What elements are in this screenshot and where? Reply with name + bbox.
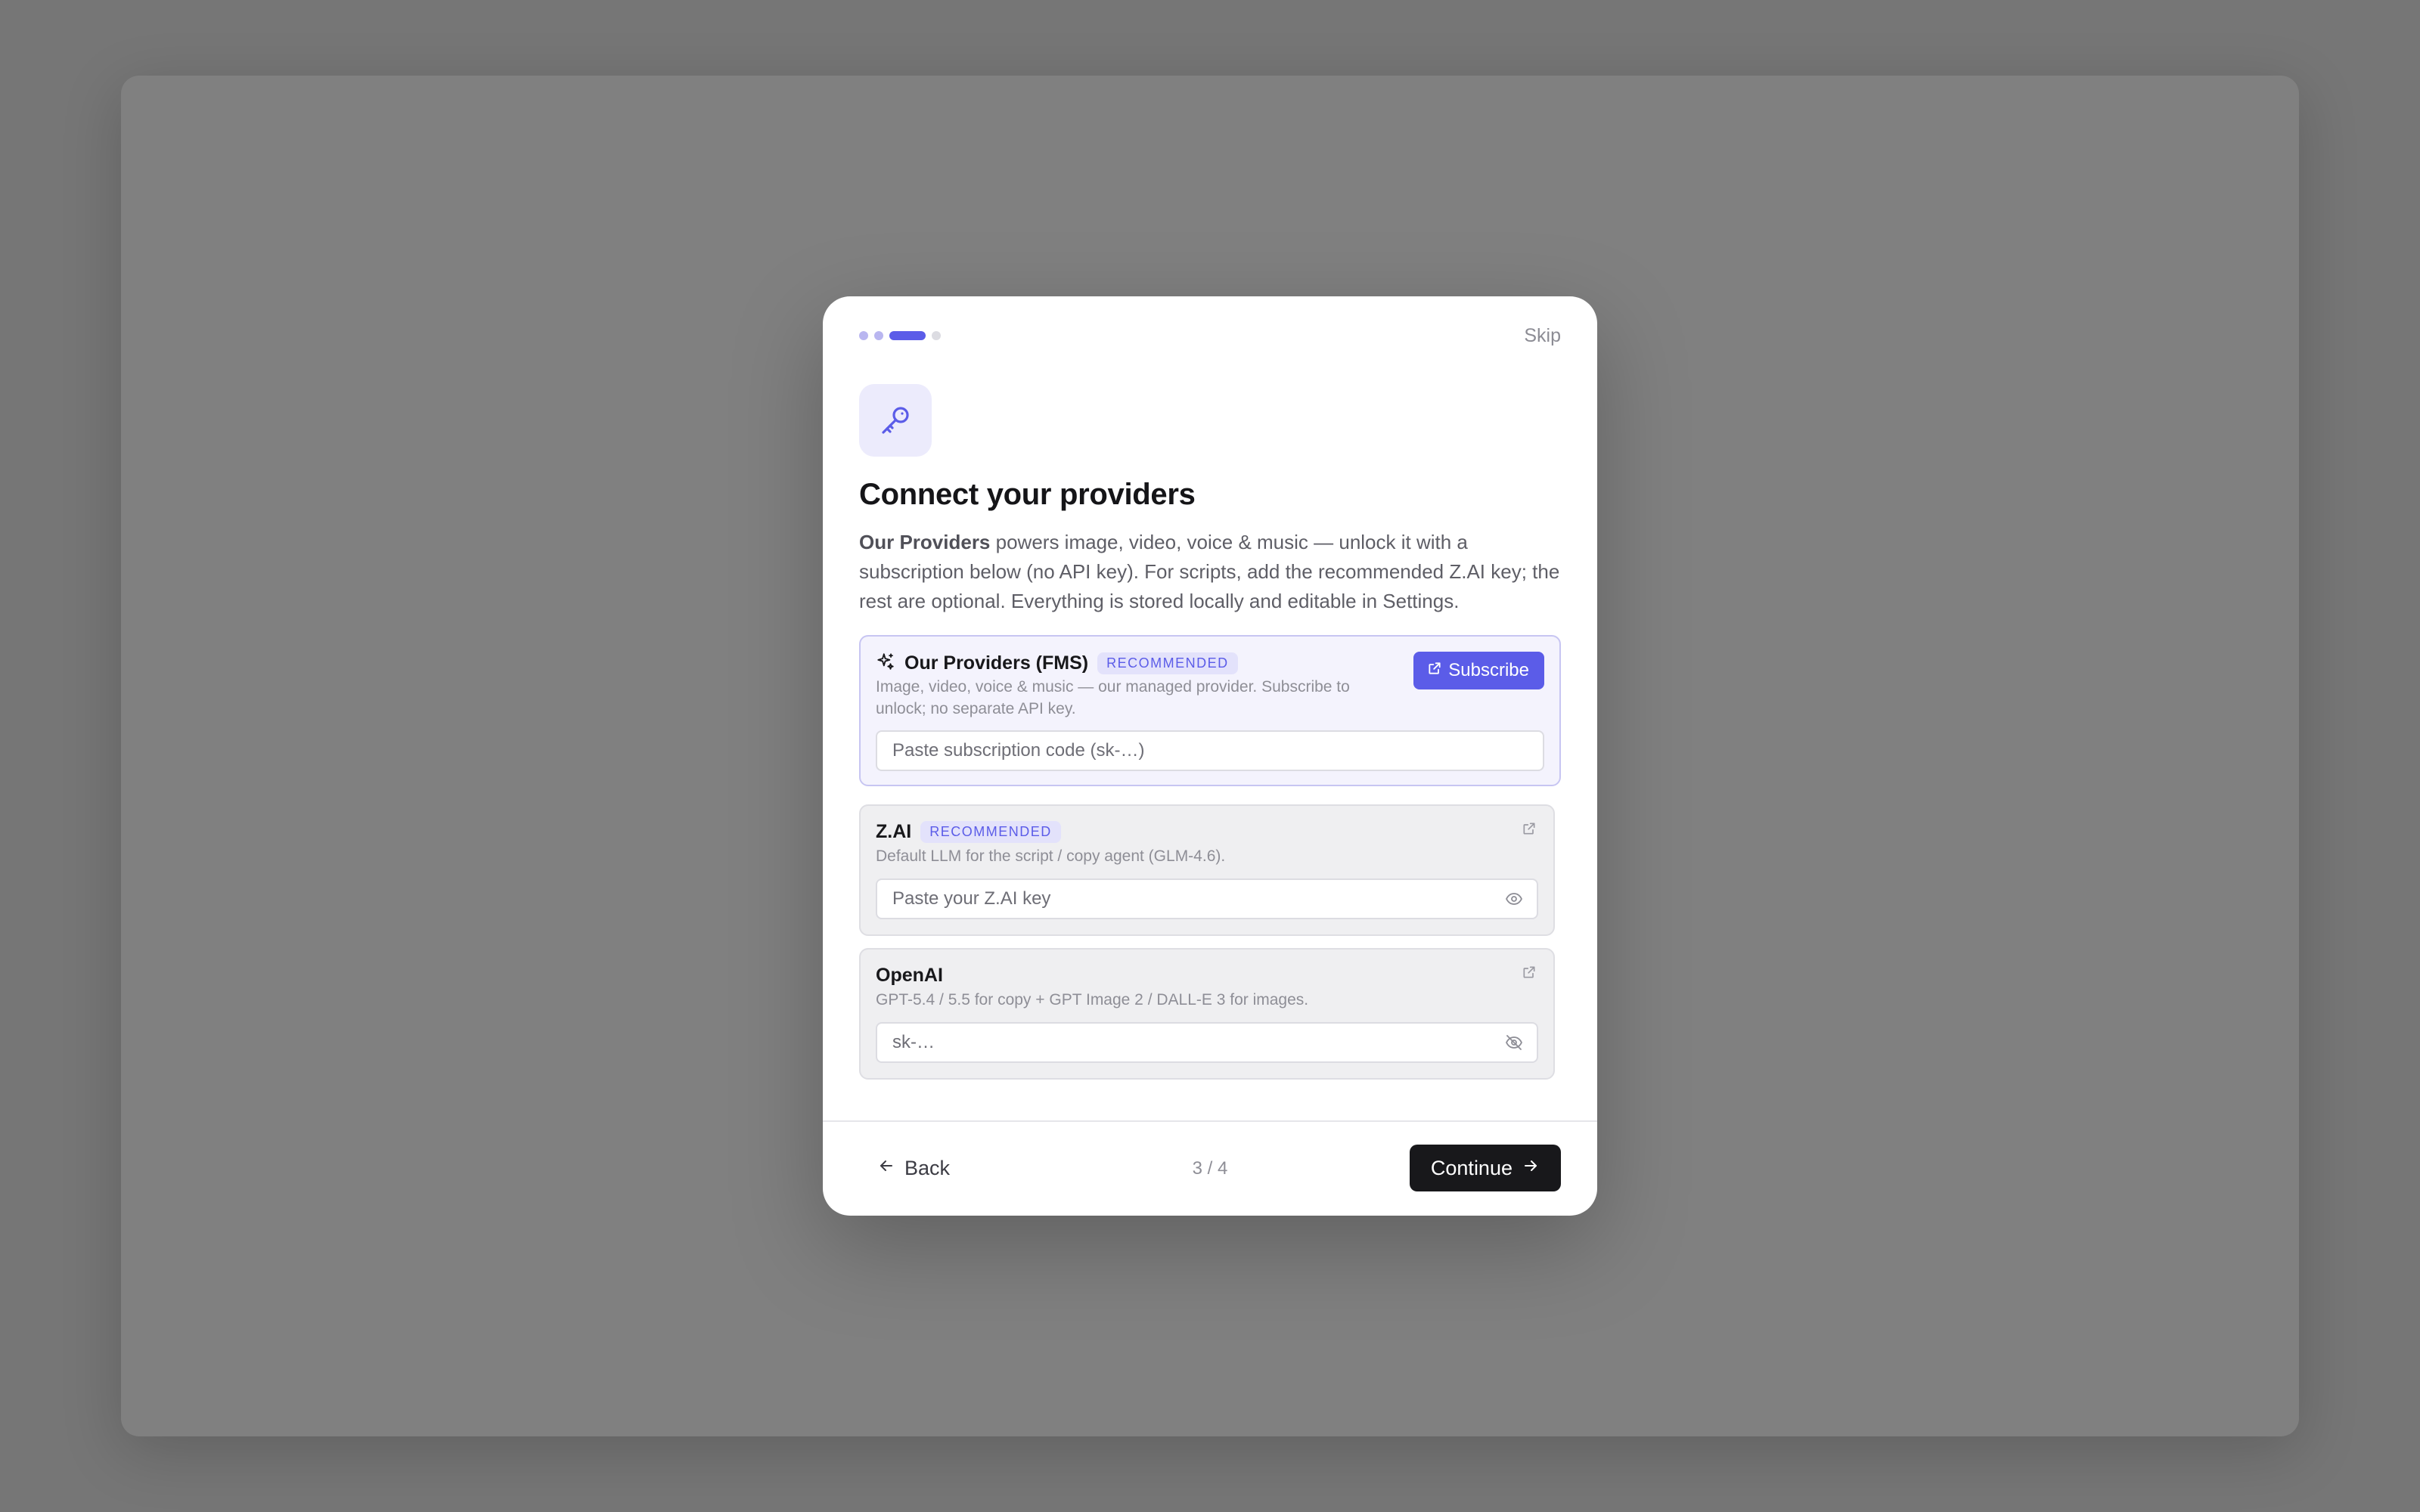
openai-key-input[interactable]: [877, 1024, 1503, 1061]
subscribe-label: Subscribe: [1448, 660, 1529, 680]
step-dot-4: [932, 331, 941, 340]
subscription-code-field: [876, 730, 1544, 771]
openai-key-field: [876, 1022, 1538, 1063]
card-header: Our Providers (FMS) RECOMMENDED: [876, 652, 1238, 675]
continue-label: Continue: [1430, 1156, 1512, 1179]
provider-name: Our Providers (FMS): [904, 652, 1089, 674]
provider-card-fms: Our Providers (FMS) RECOMMENDED Image, v…: [859, 635, 1561, 786]
step-dot-1: [859, 331, 868, 340]
sparkle-icon: [876, 652, 895, 675]
continue-button[interactable]: Continue: [1409, 1145, 1561, 1191]
key-icon: [859, 384, 932, 457]
provider-card-zai: Z.AI RECOMMENDED Default LLM for the scr…: [859, 804, 1555, 936]
provider-description: GPT-5.4 / 5.5 for copy + GPT Image 2 / D…: [876, 991, 1309, 1009]
card-header: Z.AI RECOMMENDED: [876, 821, 1061, 843]
step-dot-3-active: [889, 331, 926, 340]
external-link-icon[interactable]: [1522, 965, 1538, 981]
eye-off-icon[interactable]: [1503, 1032, 1525, 1053]
subscription-code-input[interactable]: [877, 732, 1543, 770]
step-indicator: [859, 331, 941, 340]
recommended-badge: RECOMMENDED: [1097, 652, 1238, 674]
provider-name: Z.AI: [876, 821, 912, 842]
provider-description: Image, video, voice & music — our manage…: [876, 678, 1350, 717]
zai-key-field: [876, 878, 1538, 919]
arrow-right-icon: [1522, 1157, 1540, 1180]
external-link-icon: [1427, 660, 1442, 681]
provider-card-openai: OpenAI GPT-5.4 / 5.5 for copy + GPT Imag…: [859, 948, 1555, 1080]
external-link-icon[interactable]: [1522, 821, 1538, 838]
provider-description: Default LLM for the script / copy agent …: [876, 847, 1226, 865]
recommended-badge: RECOMMENDED: [920, 821, 1061, 843]
eye-icon[interactable]: [1503, 888, 1525, 909]
card-header: OpenAI: [876, 965, 943, 987]
page-title: Connect your providers: [859, 478, 1196, 511]
step-dot-2: [874, 331, 883, 340]
footer-divider: [823, 1120, 1597, 1122]
provider-name: OpenAI: [876, 965, 943, 986]
intro-bold: Our Providers: [859, 531, 991, 553]
intro-text: Our Providers powers image, video, voice…: [859, 528, 1561, 616]
skip-button[interactable]: Skip: [1524, 325, 1561, 347]
onboarding-dialog: Skip Connect your providers Our Provider…: [823, 296, 1597, 1216]
subscribe-button[interactable]: Subscribe: [1413, 652, 1544, 689]
zai-key-input[interactable]: [877, 880, 1503, 918]
